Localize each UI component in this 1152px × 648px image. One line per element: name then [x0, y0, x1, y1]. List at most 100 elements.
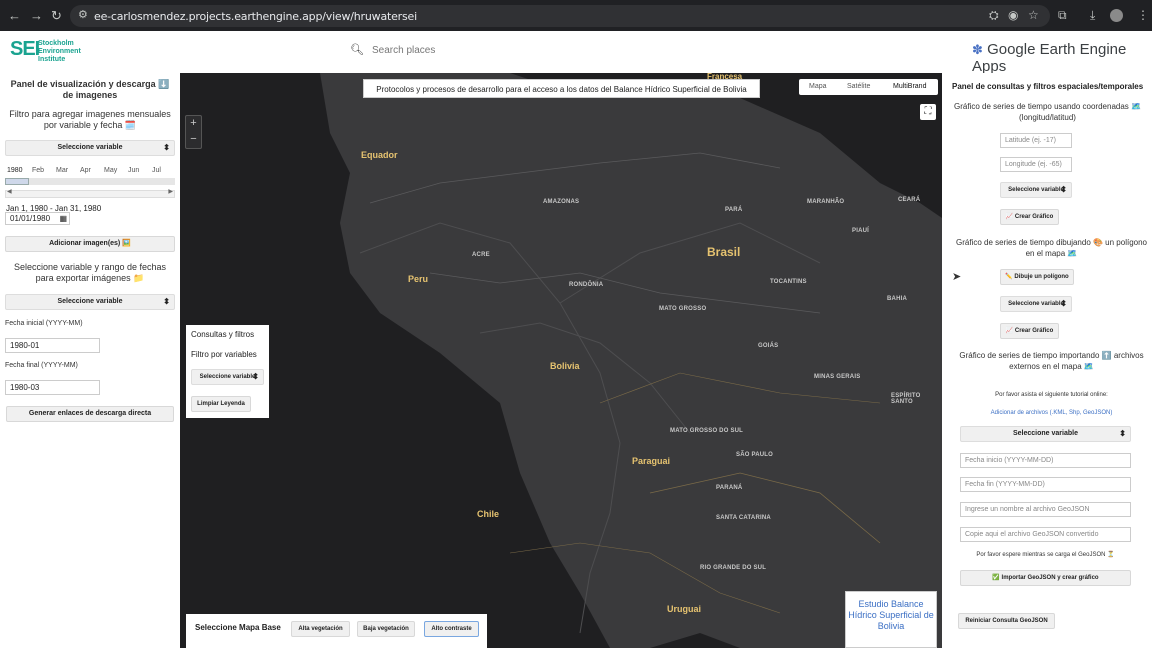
extensions-icon[interactable]: ⧉: [1058, 8, 1067, 22]
address-bar[interactable]: ⚙ ee-carlosmendez.projects.earthengine.a…: [70, 5, 1050, 27]
geojson-paste-field[interactable]: Copie aqui el archivo GeoJSON convertido: [960, 527, 1131, 542]
fullscreen-icon[interactable]: ⛶: [920, 104, 936, 120]
menu-icon[interactable]: ⋮: [1137, 8, 1149, 22]
variable-select-1[interactable]: Seleccione variable ⬍: [5, 140, 175, 156]
clear-legend-button[interactable]: Limpiar Leyenda: [191, 396, 251, 412]
bookmark-star-icon[interactable]: ☆: [1028, 8, 1039, 22]
month-slider-thumb[interactable]: [5, 178, 29, 185]
scroll-left-icon[interactable]: ◀: [7, 188, 12, 195]
select-arrow-icon: ⬍: [252, 372, 259, 381]
state-label: TOCANTINS: [770, 279, 807, 285]
geojson-name-field[interactable]: Ingrese un nombre al archivo GeoJSON: [960, 502, 1131, 517]
logo-line2: Environment: [38, 48, 81, 55]
state-label: SANTA CATARINA: [716, 515, 771, 521]
basemap-high-contrast-button[interactable]: Alto contraste: [424, 621, 479, 637]
horizontal-scrollbar[interactable]: ◀ ▶: [5, 188, 175, 198]
state-label: MATO GROSSO DO SUL: [670, 428, 744, 434]
country-label: Paraguai: [632, 456, 671, 466]
state-label: AMAZONAS: [543, 199, 580, 205]
end-date-field[interactable]: Fecha fin (YYYY-MM-DD): [960, 477, 1131, 492]
country-label: Bolivia: [550, 361, 580, 371]
state-label: CEARÁ: [898, 197, 921, 203]
longitude-input[interactable]: Longitude (ej. -65): [1000, 157, 1072, 172]
date-input[interactable]: 01/01/1980 ▦: [5, 212, 70, 225]
zoom-control: + −: [185, 115, 202, 149]
query-panel-filter-label: Filtro por variables: [191, 350, 257, 359]
reset-geojson-button[interactable]: Reiniciar Consulta GeoJSON: [958, 613, 1055, 629]
eye-icon[interactable]: ◉: [1008, 8, 1018, 22]
search-box[interactable]: 🔍︎ Search places: [340, 40, 940, 62]
import-variable-select[interactable]: Seleccione variable ⬍: [960, 426, 1131, 442]
site-info-icon[interactable]: ⚙: [78, 8, 88, 21]
map-variable-select[interactable]: Seleccione variable ⬍: [191, 369, 264, 385]
country-label: Chile: [477, 509, 500, 519]
add-images-button[interactable]: Adicionar imagen(es) 🖼️: [5, 236, 175, 252]
coord-variable-select[interactable]: Seleccione variable ⬍: [1000, 182, 1072, 198]
month-label: Feb: [32, 167, 45, 174]
study-title-box: Estudio Balance Hídrico Superficial de B…: [845, 591, 937, 648]
map-type-mapa[interactable]: Mapa: [809, 83, 827, 90]
tutorial-label: Por favor asista el siguiente tutorial o…: [995, 392, 1108, 398]
draw-polygon-button[interactable]: ✏️ Dibuje un polígono: [1000, 269, 1074, 285]
wait-label: Por favor espere mientras se carga el Ge…: [976, 552, 1115, 558]
back-icon[interactable]: ←: [8, 8, 21, 23]
month-label: May: [104, 167, 118, 174]
start-date-input[interactable]: 1980-01: [5, 338, 100, 353]
map-type-multibrand[interactable]: MultiBrand: [893, 83, 926, 90]
map-type-satelite[interactable]: Satélite: [847, 83, 870, 90]
avatar[interactable]: [1110, 9, 1123, 22]
calendar-icon[interactable]: ▦: [59, 213, 67, 224]
download-links-button[interactable]: Generar enlaces de descarga directa: [6, 406, 174, 422]
state-label: MARANHÃO: [807, 199, 845, 205]
logo-abbr: SEI: [10, 38, 40, 60]
month-slider-track[interactable]: [5, 178, 175, 185]
browser-toolbar: ← → ↻ ⚙ ee-carlosmendez.projects.earthen…: [0, 0, 1152, 31]
mouse-cursor-icon: ➤: [952, 271, 962, 283]
create-chart-button[interactable]: 📈 Crear Gráfico: [1000, 209, 1059, 225]
start-date-field[interactable]: Fecha inicio (YYYY-MM-DD): [960, 453, 1131, 468]
state-label: BAHIA: [887, 296, 907, 302]
latitude-input[interactable]: Latitude (ej. -17): [1000, 133, 1072, 148]
state-label: MINAS GERAIS: [814, 374, 861, 380]
logo-line3: Institute: [38, 56, 66, 63]
download-icon[interactable]: ⤓: [1090, 8, 1095, 22]
basemap-low-vegetation-button[interactable]: Baja vegetación: [357, 621, 415, 637]
state-label: ACRE: [472, 252, 490, 258]
query-panel: Consultas y filtros Filtro por variables…: [186, 325, 269, 418]
gee-logo-icon: ✽: [972, 42, 983, 57]
scroll-right-icon[interactable]: ▶: [168, 188, 173, 195]
month-label: Mar: [56, 167, 69, 174]
gee-brand: ✽ Google Earth Engine Apps: [972, 41, 1152, 75]
month-label: Jun: [128, 167, 140, 174]
end-date-input[interactable]: 1980-03: [5, 380, 100, 395]
country-label: Francesa: [707, 73, 743, 81]
map-canvas[interactable]: Protocolos y procesos de desarrollo para…: [180, 73, 942, 648]
left-panel-title: Panel de visualización y descarga ⬇️ de …: [10, 79, 170, 100]
polygon-variable-select[interactable]: Seleccione variable ⬍: [1000, 296, 1072, 312]
search-icon: 🔍︎: [350, 44, 364, 56]
tutorial-link[interactable]: Adicionar de archivos (.KML, Shp, GeoJSO…: [954, 408, 1149, 419]
state-label: PIAUÍ: [852, 228, 870, 234]
left-panel: Panel de visualización y descarga ⬇️ de …: [0, 73, 180, 648]
select-arrow-icon: ⬍: [1119, 429, 1126, 438]
reload-icon[interactable]: ↻: [51, 8, 62, 23]
forward-icon[interactable]: →: [30, 8, 43, 23]
create-chart-button-2[interactable]: 📈 Crear Gráfico: [1000, 323, 1059, 339]
month-label: Apr: [80, 167, 91, 174]
query-panel-title: Consultas y filtros: [191, 330, 255, 339]
variable-select-2[interactable]: Seleccione variable ⬍: [5, 294, 175, 310]
logo-line1: Stockholm: [38, 40, 74, 47]
map-banner: Protocolos y procesos de desarrollo para…: [363, 79, 760, 98]
filter-label: Filtro para agregar imagenes mensuales p…: [9, 109, 171, 130]
select-arrow-icon: ⬍: [1060, 299, 1067, 308]
export-label: Seleccione variable y rango de fechas pa…: [13, 262, 167, 283]
state-label: RONDÔNIA: [569, 282, 604, 288]
import-geojson-button[interactable]: ✅ Importar GeoJSON y crear gráfico: [960, 570, 1131, 586]
zoom-out-button[interactable]: −: [186, 132, 201, 148]
right-panel-title: Panel de consultas y filtros espaciales/…: [952, 82, 1144, 91]
translate-icon[interactable]: ⛭: [989, 8, 999, 22]
zoom-in-button[interactable]: +: [186, 116, 201, 132]
import-label: Gráfico de series de tiempo importando ⬆…: [959, 351, 1144, 371]
basemap-high-vegetation-button[interactable]: Alta vegetación: [291, 621, 350, 637]
state-label: SÃO PAULO: [736, 452, 774, 458]
